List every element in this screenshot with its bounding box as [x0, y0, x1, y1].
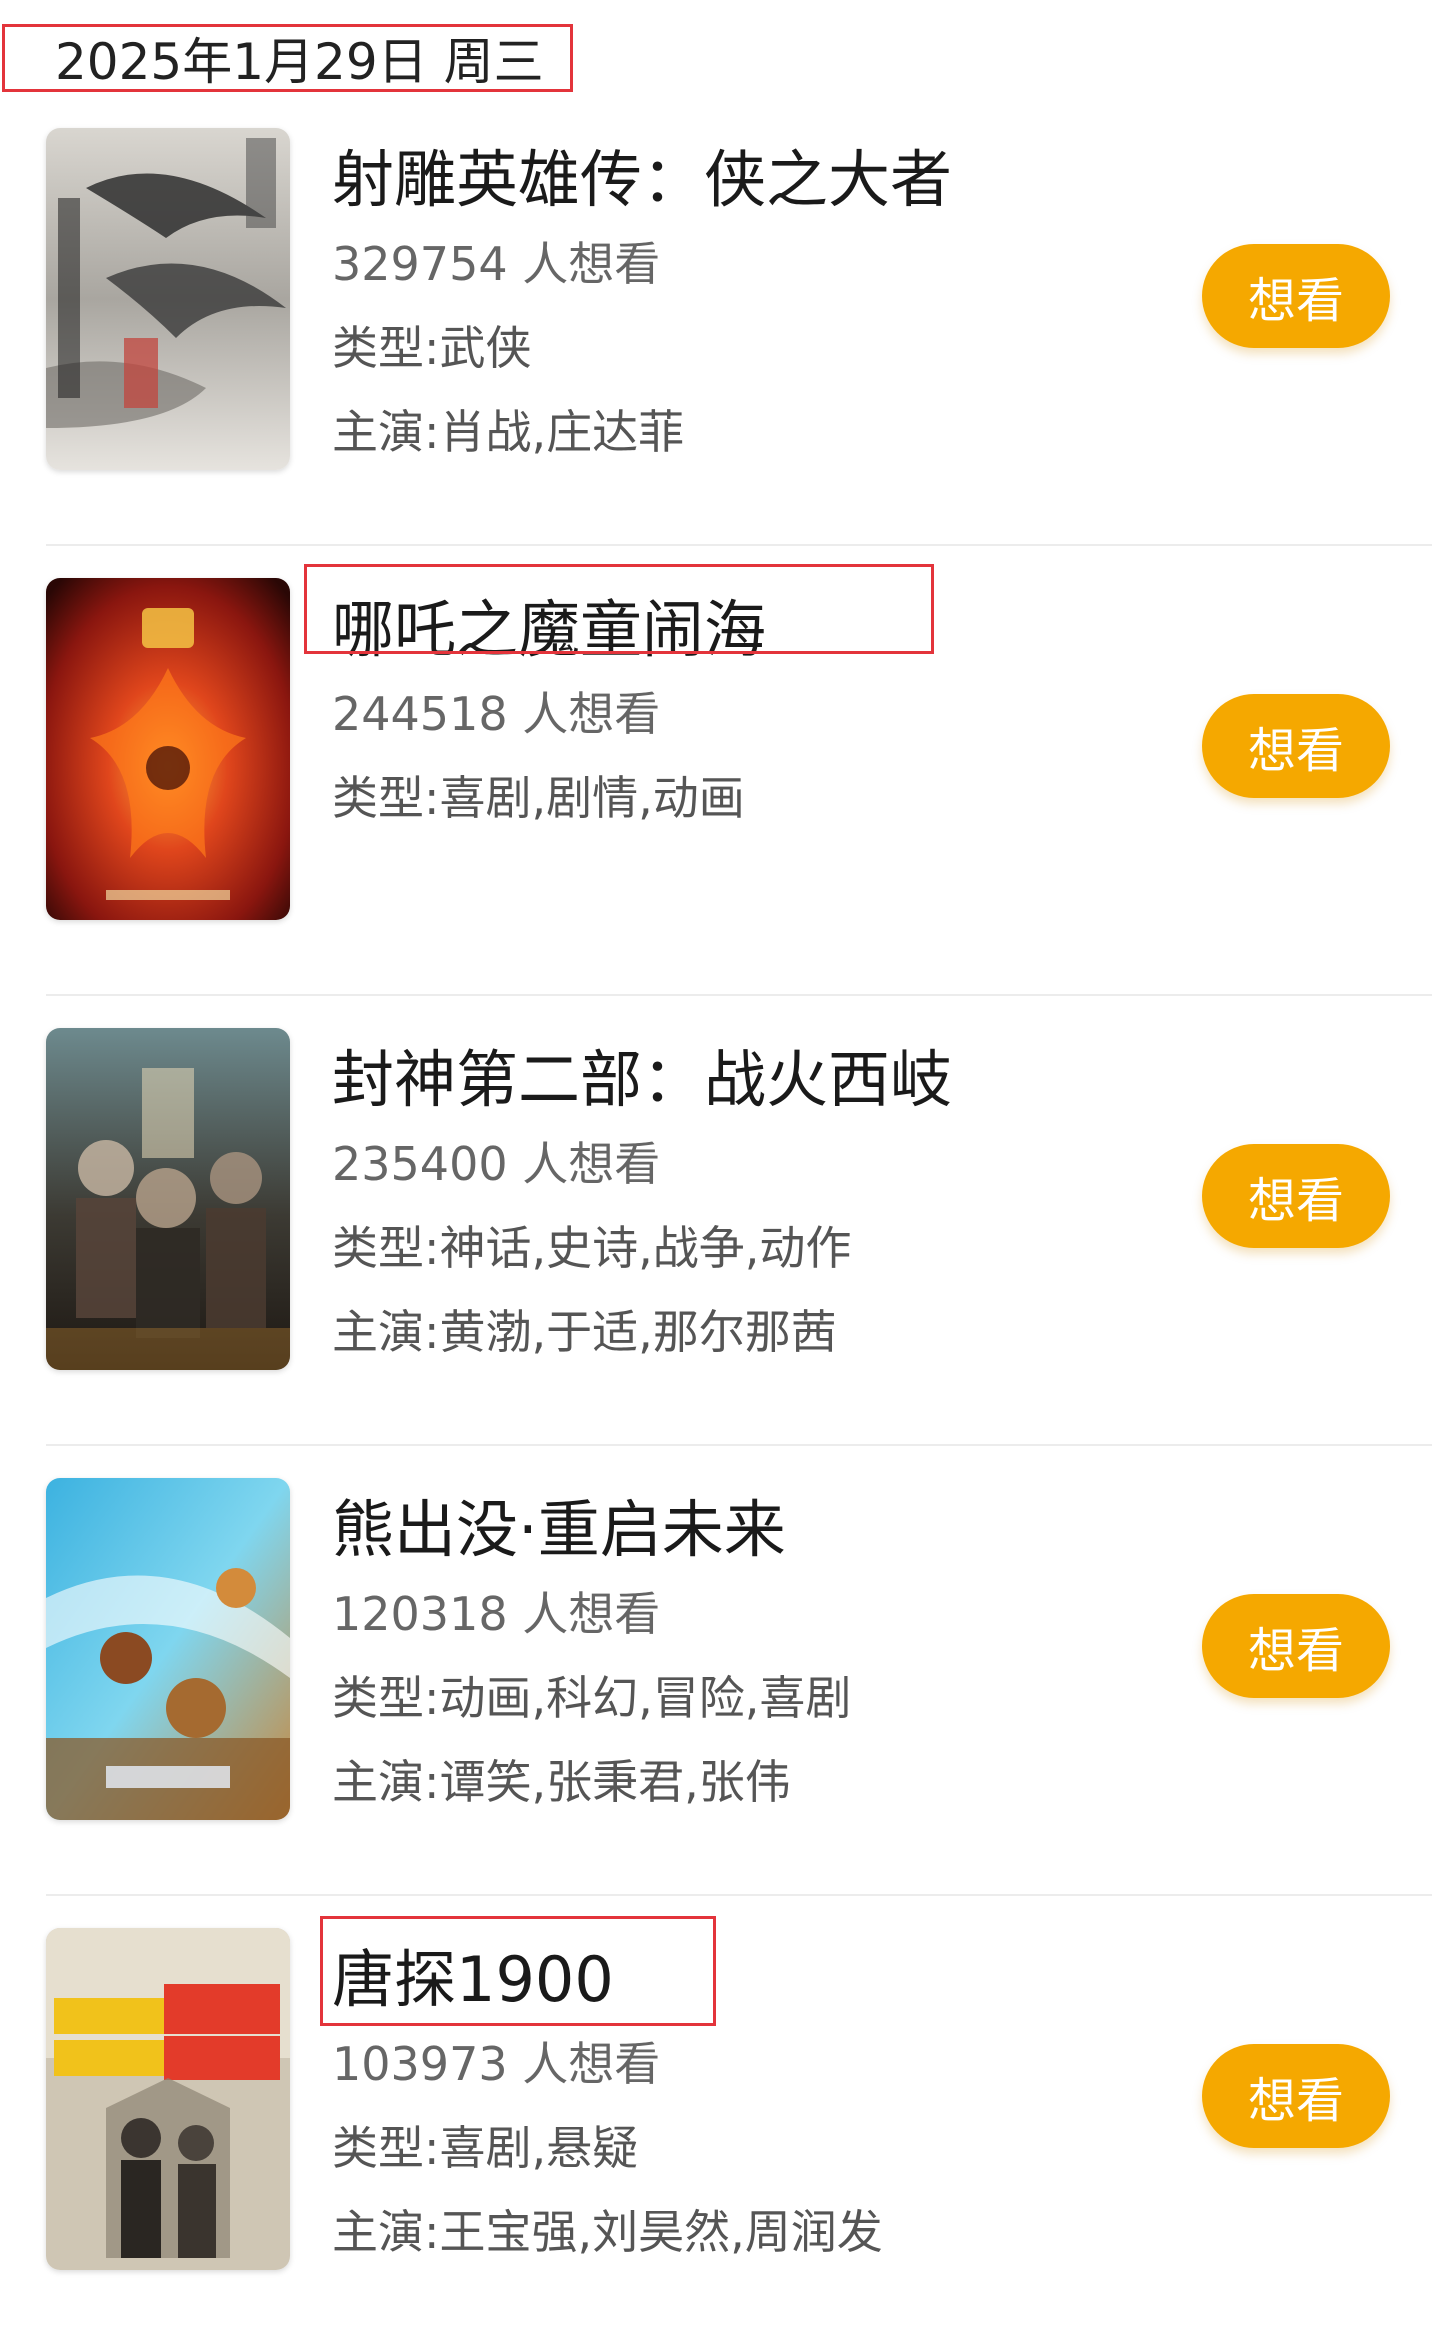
movie-list-page: 2025年1月29日 周三 射雕英雄传：侠之大者 329754 人想看 类型:武…: [0, 0, 1440, 2326]
movie-item[interactable]: 哪吒之魔童闹海 244518 人想看 类型:喜剧,剧情,动画 想看: [0, 546, 1440, 996]
date-text: 2025年1月29日 周三: [55, 33, 544, 91]
movie-info: 哪吒之魔童闹海 244518 人想看 类型:喜剧,剧情,动画: [304, 564, 1180, 830]
movie-genre: 类型:神话,史诗,战争,动作: [332, 1221, 852, 1275]
movie-info: 封神第二部：战火西岐 235400 人想看 类型:神话,史诗,战争,动作 主演:…: [332, 1038, 1180, 1364]
movie-item[interactable]: 封神第二部：战火西岐 235400 人想看 类型:神话,史诗,战争,动作 主演:…: [0, 996, 1440, 1446]
movie-item[interactable]: 熊出没·重启未来 120318 人想看 类型:动画,科幻,冒险,喜剧 主演:谭笑…: [0, 1446, 1440, 1896]
movie-title[interactable]: 射雕英雄传：侠之大者: [332, 143, 952, 216]
want-to-watch-button[interactable]: 想看: [1202, 1144, 1390, 1248]
movie-genre: 类型:武侠: [332, 321, 532, 375]
fire-poster-icon: [46, 578, 290, 920]
movie-genre: 类型:喜剧,剧情,动画: [332, 771, 745, 825]
want-count: 120318 人想看: [332, 1587, 661, 1641]
ensemble-cast-poster-icon: [46, 1028, 290, 1370]
movie-title[interactable]: 熊出没·重启未来: [332, 1493, 786, 1566]
want-count: 103973 人想看: [332, 2037, 661, 2091]
movie-title[interactable]: 唐探1900: [332, 1943, 614, 2016]
animated-bears-poster-icon: [46, 1478, 290, 1820]
date-header: 2025年1月29日 周三: [2, 24, 573, 92]
movie-genre: 类型:喜剧,悬疑: [332, 2121, 639, 2175]
movie-cast: 主演:谭笑,张秉君,张伟: [332, 1755, 791, 1809]
want-to-watch-button[interactable]: 想看: [1202, 2044, 1390, 2148]
movie-poster[interactable]: [46, 578, 290, 920]
movie-item[interactable]: 射雕英雄传：侠之大者 329754 人想看 类型:武侠 主演:肖战,庄达菲 想看: [0, 96, 1440, 546]
movie-title[interactable]: 封神第二部：战火西岐: [332, 1043, 952, 1116]
movie-list: 射雕英雄传：侠之大者 329754 人想看 类型:武侠 主演:肖战,庄达菲 想看: [0, 96, 1440, 2326]
movie-info: 唐探1900 103973 人想看 类型:喜剧,悬疑 主演:王宝强,刘昊然,周润…: [320, 1916, 1180, 2264]
movie-cast: 主演:肖战,庄达菲: [332, 405, 685, 459]
want-count: 235400 人想看: [332, 1137, 661, 1191]
movie-poster[interactable]: [46, 1928, 290, 2270]
vintage-detective-poster-icon: [46, 1928, 290, 2270]
movie-item[interactable]: 唐探1900 103973 人想看 类型:喜剧,悬疑 主演:王宝强,刘昊然,周润…: [0, 1896, 1440, 2326]
movie-poster[interactable]: [46, 1028, 290, 1370]
want-count: 244518 人想看: [332, 687, 661, 741]
want-to-watch-button[interactable]: 想看: [1202, 1594, 1390, 1698]
want-to-watch-button[interactable]: 想看: [1202, 244, 1390, 348]
movie-genre: 类型:动画,科幻,冒险,喜剧: [332, 1671, 852, 1725]
ink-eagle-poster-icon: [46, 128, 290, 470]
movie-cast: 主演:黄渤,于适,那尔那茜: [332, 1305, 837, 1359]
movie-cast: 主演:王宝强,刘昊然,周润发: [332, 2205, 883, 2259]
movie-info: 射雕英雄传：侠之大者 329754 人想看 类型:武侠 主演:肖战,庄达菲: [332, 138, 1180, 464]
want-to-watch-button[interactable]: 想看: [1202, 694, 1390, 798]
movie-info: 熊出没·重启未来 120318 人想看 类型:动画,科幻,冒险,喜剧 主演:谭笑…: [332, 1488, 1180, 1814]
movie-poster[interactable]: [46, 1478, 290, 1820]
movie-title[interactable]: 哪吒之魔童闹海: [332, 593, 766, 666]
movie-poster[interactable]: [46, 128, 290, 470]
want-count: 329754 人想看: [332, 237, 661, 291]
